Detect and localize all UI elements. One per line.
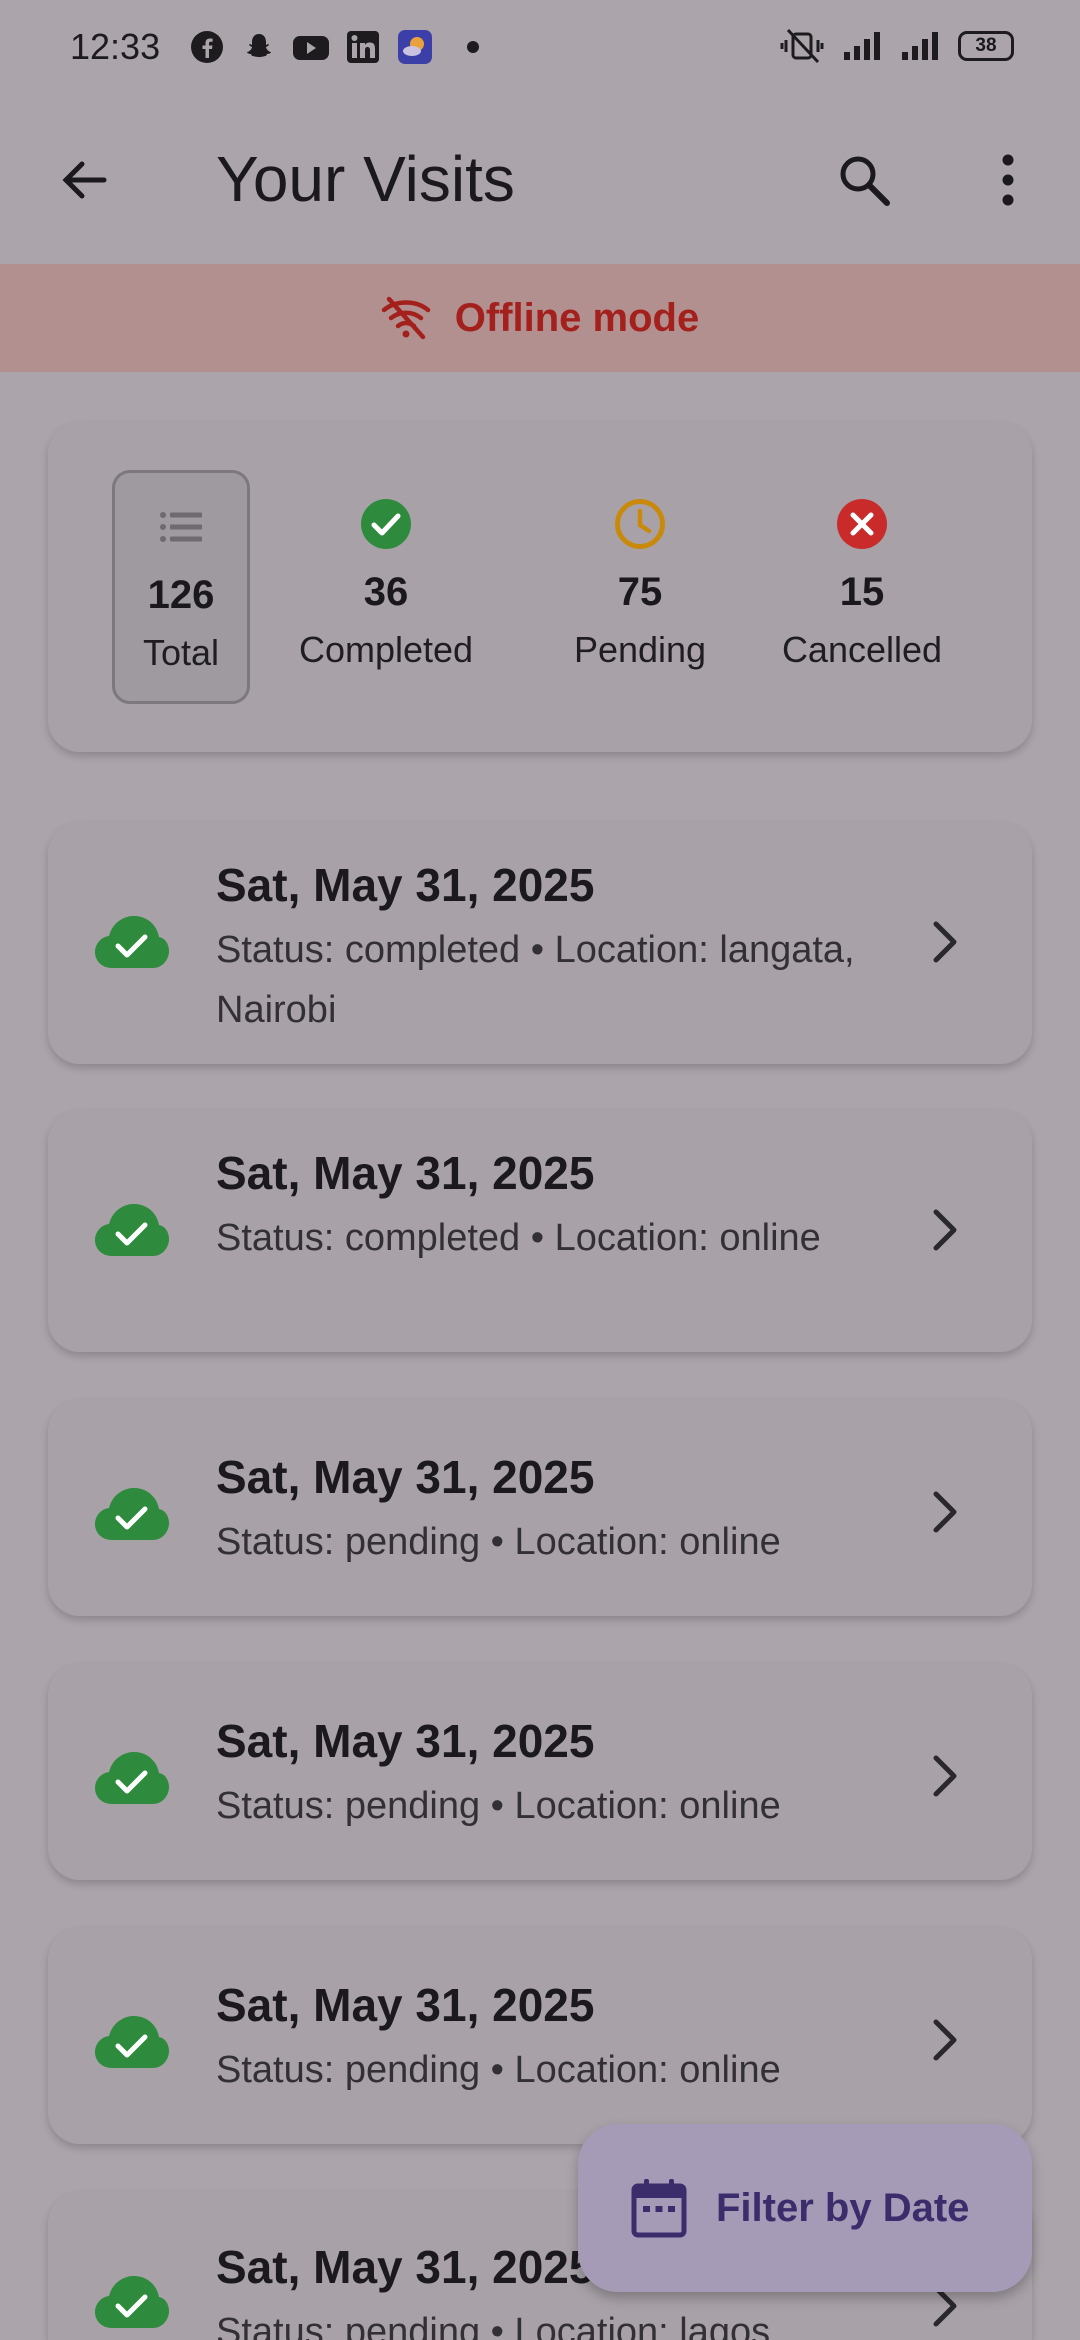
calendar-icon — [631, 2179, 687, 2238]
visit-card[interactable]: Sat, May 31, 2025 Status: completed • Lo… — [48, 1110, 1032, 1352]
status-indicators: 38 — [780, 28, 1014, 64]
stat-pending[interactable]: 75 Pending — [560, 470, 720, 671]
page-title: Your Visits — [216, 143, 515, 215]
battery-indicator: 38 — [958, 31, 1014, 61]
more-options-button[interactable] — [970, 142, 1046, 218]
facebook-icon — [191, 31, 223, 63]
visit-detail: Status: pending • Location: online — [216, 2049, 781, 2091]
stat-completed[interactable]: 36 Completed — [296, 470, 476, 671]
chevron-right-icon — [916, 1484, 972, 1540]
status-bar: 12:33 38 — [0, 0, 1080, 96]
stat-cancelled[interactable]: 15 Cancelled — [774, 470, 950, 671]
offline-text: Offline mode — [454, 295, 700, 340]
visit-date: Sat, May 31, 2025 — [216, 2241, 595, 2293]
visit-date: Sat, May 31, 2025 — [216, 1451, 595, 1503]
stat-completed-count: 36 — [363, 570, 409, 614]
visit-card[interactable]: Sat, May 31, 2025 Status: pending • Loca… — [48, 1928, 1032, 2144]
search-button[interactable] — [826, 142, 902, 218]
offline-banner: Offline mode — [0, 264, 1080, 372]
snapchat-icon — [247, 34, 271, 57]
back-button[interactable] — [46, 142, 122, 218]
stat-pending-label: Pending — [573, 629, 707, 670]
visit-detail: Status: pending • Location: lagos — [216, 2311, 771, 2340]
visit-date: Sat, May 31, 2025 — [216, 1715, 595, 1767]
app-bar: Your Visits — [0, 96, 1080, 264]
cancel-icon — [837, 499, 887, 549]
notification-dot-icon — [467, 41, 479, 53]
visit-date: Sat, May 31, 2025 — [216, 859, 595, 911]
stat-pending-count: 75 — [617, 570, 663, 614]
stat-total[interactable]: 126 Total — [112, 470, 250, 704]
wifi-off-icon — [381, 296, 431, 340]
chevron-right-icon — [916, 1202, 972, 1258]
cloud-done-icon — [95, 1204, 169, 1256]
visit-detail: Status: pending • Location: online — [216, 1521, 781, 1563]
arrow-back-icon — [62, 161, 107, 199]
chevron-right-icon — [916, 914, 972, 970]
check-circle-icon — [361, 499, 411, 549]
visit-detail: Status: completed • Location: online — [216, 1217, 821, 1259]
status-time: 12:33 — [70, 26, 161, 67]
stat-cancelled-label: Cancelled — [781, 629, 943, 670]
weather-icon — [398, 30, 432, 64]
visit-card[interactable]: Sat, May 31, 2025 Status: pending • Loca… — [48, 1664, 1032, 1880]
list-icon — [160, 512, 202, 542]
stat-cancelled-count: 15 — [839, 570, 885, 614]
visit-card[interactable]: Sat, May 31, 2025 Status: completed • Lo… — [48, 822, 1032, 1064]
cloud-done-icon — [95, 1752, 169, 1804]
visit-date: Sat, May 31, 2025 — [216, 1147, 595, 1199]
visit-summary-card: 126 Total 36 Completed 75 Pending 15 Can… — [48, 422, 1032, 752]
filter-by-date-label: Filter by Date — [716, 2185, 970, 2230]
visit-detail: Status: pending • Location: online — [216, 1785, 781, 1827]
filter-by-date-button[interactable]: Filter by Date — [578, 2124, 1032, 2292]
cloud-done-icon — [95, 916, 169, 968]
visit-detail: Status: completed • Location: langata, N… — [216, 929, 855, 1031]
cloud-done-icon — [95, 2016, 169, 2068]
visit-date: Sat, May 31, 2025 — [216, 1979, 595, 2031]
visit-card[interactable]: Sat, May 31, 2025 Status: pending • Loca… — [48, 1400, 1032, 1616]
more-vert-icon — [1002, 154, 1014, 206]
stat-total-label: Total — [142, 632, 220, 673]
cloud-done-icon — [95, 2276, 169, 2328]
cloud-done-icon — [95, 1488, 169, 1540]
youtube-icon — [293, 36, 329, 60]
signal-icon — [844, 32, 880, 60]
clock-icon — [615, 499, 665, 549]
stat-total-count: 126 — [147, 573, 215, 617]
chevron-right-icon — [916, 2012, 972, 2068]
linkedin-icon — [347, 31, 379, 63]
search-icon — [840, 156, 890, 206]
chevron-right-icon — [916, 1748, 972, 1804]
stat-completed-label: Completed — [298, 629, 474, 670]
vibrate-icon — [780, 28, 824, 64]
signal-icon-2 — [902, 32, 938, 60]
